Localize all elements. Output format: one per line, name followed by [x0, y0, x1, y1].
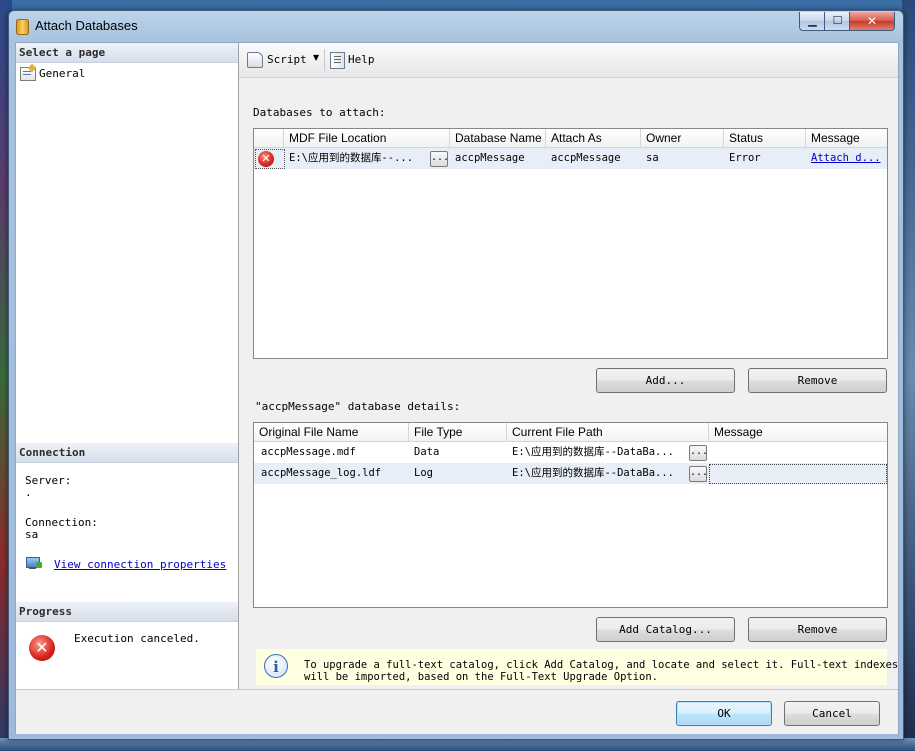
page-item-label: General — [39, 67, 86, 80]
column-header-status[interactable]: Status — [724, 129, 806, 148]
cancel-button[interactable]: Cancel — [784, 701, 880, 726]
ok-button[interactable]: OK — [676, 701, 772, 726]
script-label: Script — [267, 53, 307, 66]
column-header-message[interactable]: Message — [806, 129, 887, 148]
cell-original-file: accpMessage_log.ldf — [261, 467, 382, 479]
window-title: Attach Databases — [35, 18, 138, 33]
script-icon — [247, 52, 263, 68]
database-details-label: "accpMessage" database details: — [255, 400, 461, 413]
browse-mdf-button[interactable]: ... — [430, 151, 449, 167]
progress-header: Progress — [16, 602, 238, 622]
cell-mdf-location[interactable]: E:\应用到的数据库--... — [284, 148, 428, 169]
connection-properties-icon — [26, 557, 42, 570]
add-catalog-button[interactable]: Add Catalog... — [596, 617, 735, 642]
column-header-owner[interactable]: Owner — [641, 129, 724, 148]
toolbar: Script ▼ Help — [239, 43, 898, 78]
column-header-current-path[interactable]: Current File Path — [507, 423, 709, 442]
database-details-grid[interactable]: Original File Name File Type Current Fil… — [253, 422, 888, 608]
connection-header: Connection — [16, 443, 238, 463]
script-button[interactable]: Script — [247, 51, 307, 69]
info-bar: i To upgrade a full-text catalog, click … — [256, 649, 898, 685]
toolbar-separator — [324, 49, 325, 71]
table-row[interactable]: accpMessage_log.ldf Log E:\应用到的数据库--Data… — [254, 463, 887, 484]
database-icon — [16, 19, 29, 35]
remove-database-button[interactable]: Remove — [748, 368, 887, 393]
attach-databases-window: Attach Databases ▁ ☐ ✕ Select a page Gen… — [8, 10, 904, 740]
close-button[interactable]: ✕ — [849, 12, 895, 31]
column-header-database-name[interactable]: Database Name — [450, 129, 546, 148]
cell-file-type: Data — [414, 446, 440, 458]
left-navigation-pane: Select a page General Connection Server:… — [16, 43, 239, 689]
column-header-attach-as[interactable]: Attach As — [546, 129, 641, 148]
table-row[interactable]: accpMessage.mdf Data E:\应用到的数据库--DataBa.… — [254, 442, 887, 464]
cell-database-name: accpMessage — [455, 152, 525, 164]
server-value: . — [25, 486, 32, 499]
cell-original-file: accpMessage.mdf — [261, 446, 356, 458]
server-label: Server: — [25, 474, 72, 487]
row-status-header — [254, 129, 284, 148]
info-text-line1: To upgrade a full-text catalog, click Ad… — [304, 659, 899, 671]
cell-current-path[interactable]: E:\应用到的数据库--DataBa... — [507, 442, 687, 463]
minimize-button[interactable]: ▁ — [799, 12, 826, 31]
column-header-original-file[interactable]: Original File Name — [254, 423, 409, 442]
cell-status: Error — [729, 152, 761, 164]
dialog-footer: OK Cancel — [16, 689, 898, 734]
dialog-client-area: Select a page General Connection Server:… — [15, 42, 899, 734]
progress-status: Execution canceled. — [74, 632, 200, 645]
script-dropdown-arrow[interactable]: ▼ — [313, 53, 319, 62]
add-button[interactable]: Add... — [596, 368, 735, 393]
cell-owner[interactable]: sa — [641, 148, 724, 169]
table-row[interactable]: ✕ E:\应用到的数据库--... ... accpMessage accpMe… — [254, 148, 887, 169]
help-button[interactable]: Help — [330, 51, 378, 69]
browse-path-button[interactable]: ... — [689, 445, 708, 461]
cell-file-type: Log — [414, 467, 433, 479]
remove-file-button[interactable]: Remove — [748, 617, 887, 642]
cell-details-message[interactable] — [709, 464, 887, 484]
info-text-line2: will be imported, based on the Full-Text… — [304, 671, 659, 683]
help-label: Help — [348, 53, 375, 66]
page-item-general[interactable]: General — [20, 63, 220, 82]
maximize-button[interactable]: ☐ — [824, 12, 851, 31]
right-content-pane: Script ▼ Help Databases to attach: MDF F — [239, 43, 898, 689]
row-focus-rect — [255, 149, 285, 169]
cell-attach-as[interactable]: accpMessage — [546, 148, 641, 169]
connection-value: sa — [25, 528, 39, 541]
title-bar[interactable]: Attach Databases ▁ ☐ ✕ — [9, 11, 903, 41]
cell-message-link[interactable]: Attach d... — [806, 148, 886, 169]
cell-details-message — [709, 442, 887, 463]
browse-path-button[interactable]: ... — [689, 466, 708, 482]
databases-to-attach-grid[interactable]: MDF File Location Database Name Attach A… — [253, 128, 888, 359]
cell-current-path[interactable]: E:\应用到的数据库--DataBa... — [507, 463, 687, 484]
page-properties-icon — [20, 63, 37, 81]
databases-to-attach-label: Databases to attach: — [253, 106, 386, 119]
help-icon — [330, 52, 345, 69]
column-header-file-type[interactable]: File Type — [409, 423, 507, 442]
column-header-details-message[interactable]: Message — [709, 423, 887, 442]
column-header-mdf[interactable]: MDF File Location — [284, 129, 450, 148]
view-connection-properties-link[interactable]: View connection properties — [54, 558, 226, 571]
progress-error-icon: ✕ — [29, 635, 55, 661]
select-page-header: Select a page — [16, 43, 238, 63]
info-icon: i — [264, 654, 288, 678]
